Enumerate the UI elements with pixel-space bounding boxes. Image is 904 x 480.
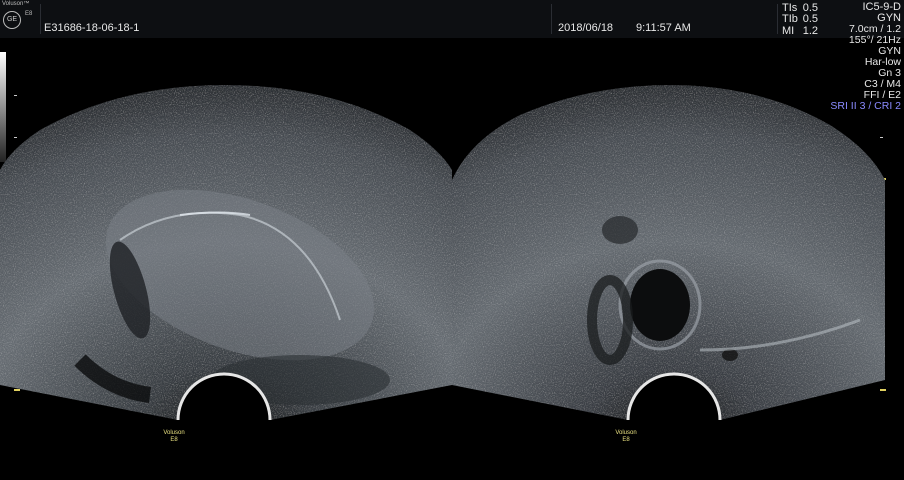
- probe-marker-left-line2: E8: [170, 437, 178, 443]
- ultrasound-dual-view: [0, 85, 885, 421]
- probe-marker-right: Voluson E8: [615, 430, 637, 444]
- divider: [777, 4, 778, 34]
- top-status-bar: Voluson™ GE E8 E31686-18-06-18-1 2018/06…: [0, 0, 904, 38]
- probe-marker-left: Voluson E8: [163, 430, 185, 444]
- tib-value: 0.5: [802, 13, 818, 25]
- model-name: E8: [25, 11, 33, 17]
- patient-id: E31686-18-06-18-1: [44, 22, 140, 34]
- probe-marker-left-line1: Voluson: [163, 430, 185, 436]
- brand-name: Voluson™: [2, 1, 30, 7]
- probe-marker-right-line1: Voluson: [615, 430, 637, 436]
- divider: [551, 4, 552, 34]
- probe-marker-right-line2: E8: [622, 437, 630, 443]
- exam-date: 2018/06/18: [558, 22, 614, 34]
- mi-label: MI: [782, 25, 795, 37]
- exam-time: 9:11:57 AM: [636, 22, 691, 34]
- ge-logo-icon: GE: [3, 11, 21, 29]
- ge-logo-area: Voluson™ GE E8: [0, 0, 40, 38]
- mi-value: 1.2: [802, 25, 818, 37]
- divider: [40, 4, 41, 34]
